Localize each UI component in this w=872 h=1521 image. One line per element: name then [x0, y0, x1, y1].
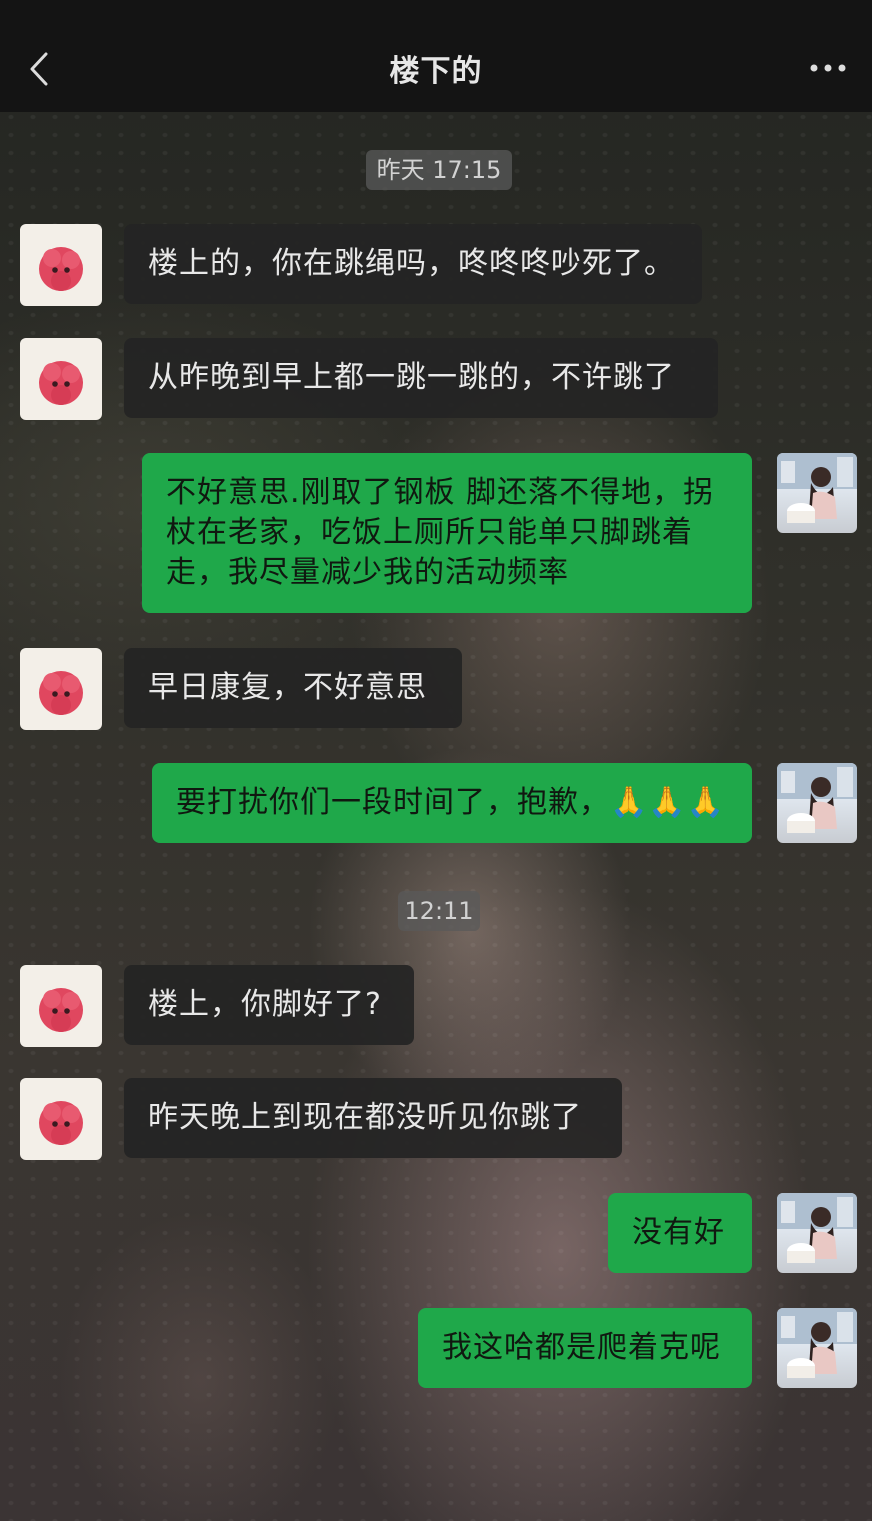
message-line: 不好意思.刚取了钢板 脚还落不得地，拐	[166, 475, 715, 510]
chat-title: 楼下的	[389, 54, 483, 89]
message-bubble-outgoing[interactable]: 没有好	[608, 1193, 752, 1273]
more-options-icon[interactable]	[808, 60, 848, 74]
self-avatar[interactable]	[777, 453, 857, 533]
contact-avatar[interactable]	[20, 965, 102, 1047]
self-avatar[interactable]	[777, 1193, 857, 1273]
message-bubble-incoming[interactable]: 昨天晚上到现在都没听见你跳了	[124, 1078, 622, 1158]
message-line: 走，我尽量减少我的活动频率	[166, 555, 569, 590]
timestamp-today: 12:11	[398, 891, 480, 931]
contact-avatar[interactable]	[20, 338, 102, 420]
contact-avatar[interactable]	[20, 648, 102, 730]
message-bubble-outgoing[interactable]: 要打扰你们一段时间了，抱歉，🙏🙏🙏	[152, 763, 752, 843]
message-line: 杖在老家，吃饭上厕所只能单只脚跳着	[166, 515, 693, 550]
top-bar: 楼下的	[0, 0, 872, 112]
message-bubble-incoming[interactable]: 楼上的，你在跳绳吗，咚咚咚吵死了。	[124, 224, 702, 304]
contact-avatar[interactable]	[20, 224, 102, 306]
message-bubble-incoming[interactable]: 从昨晚到早上都一跳一跳的，不许跳了	[124, 338, 718, 418]
message-bubble-incoming[interactable]: 早日康复，不好意思	[124, 648, 462, 728]
message-bubble-outgoing[interactable]: 不好意思.刚取了钢板 脚还落不得地，拐 杖在老家，吃饭上厕所只能单只脚跳着 走，…	[142, 453, 752, 613]
contact-avatar[interactable]	[20, 1078, 102, 1160]
self-avatar[interactable]	[777, 763, 857, 843]
message-bubble-incoming[interactable]: 楼上，你脚好了?	[124, 965, 414, 1045]
self-avatar[interactable]	[777, 1308, 857, 1388]
message-bubble-outgoing[interactable]: 我这哈都是爬着克呢	[418, 1308, 752, 1388]
timestamp-yesterday: 昨天 17:15	[366, 150, 512, 190]
